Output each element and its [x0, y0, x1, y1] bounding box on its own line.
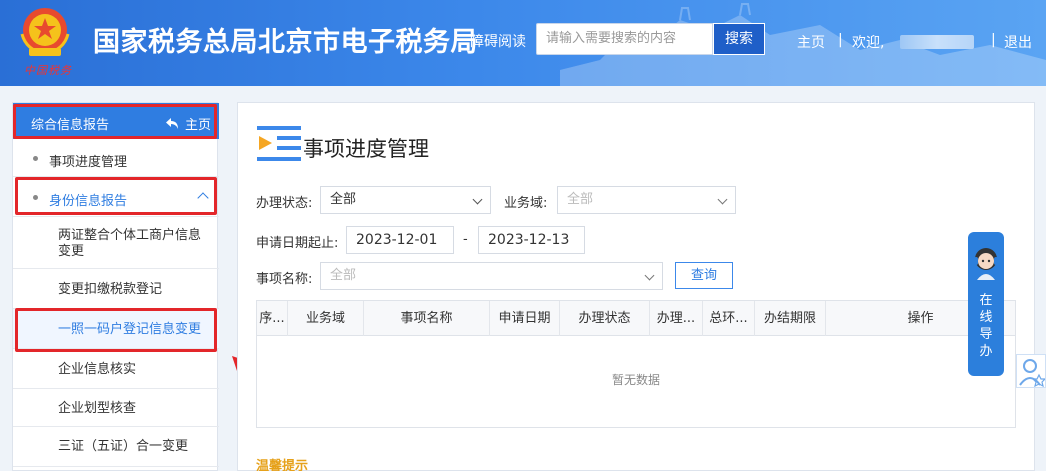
header-separator: |: [991, 32, 996, 48]
item-name-select[interactable]: 全部: [320, 262, 663, 290]
item-name-value: 全部: [330, 268, 357, 283]
online-guide-button[interactable]: 在 线 导 办: [968, 232, 1004, 376]
table-header: 序... 业务域 事项名称 申请日期 办理状态 办理... 总环... 办结期限…: [257, 301, 1015, 336]
guide-char: 办: [979, 344, 993, 359]
column-header[interactable]: 事项名称: [364, 301, 490, 336]
status-select[interactable]: 全部: [320, 186, 491, 214]
progress-list-icon: [257, 126, 301, 161]
search-input[interactable]: 请输入需要搜索的内容: [536, 23, 713, 55]
logout-link[interactable]: 退出: [1004, 32, 1032, 52]
sidebar: 综合信息报告 主页 事项进度管理 身份信息报告 两证整合个体工商户信息变更 变更…: [12, 102, 219, 471]
column-header[interactable]: 申请日期: [490, 301, 560, 336]
highlight-box: [15, 308, 217, 352]
guide-char: 在: [979, 293, 993, 308]
chevron-down-icon: [644, 270, 655, 281]
column-header[interactable]: 序...: [257, 301, 288, 336]
search-button[interactable]: 搜索: [713, 23, 765, 55]
chevron-down-icon: [717, 194, 728, 205]
column-header[interactable]: 总环...: [703, 301, 755, 336]
sidebar-subitem[interactable]: 企业信息核实: [13, 349, 219, 389]
date-label: 申请日期起止:: [256, 236, 339, 251]
column-header[interactable]: 办理状态: [560, 301, 650, 336]
accessible-read-link[interactable]: 障碍阅读: [470, 31, 526, 51]
guide-char: 导: [979, 327, 993, 342]
column-header[interactable]: 办结期限: [755, 301, 826, 336]
item-name-label: 事项名称:: [256, 272, 313, 287]
empty-state-text: 暂无数据: [611, 373, 660, 387]
domain-value: 全部: [567, 192, 594, 207]
tips-title: 温馨提示: [256, 459, 309, 471]
page-title: 事项进度管理: [303, 137, 429, 161]
chevron-down-icon: [472, 194, 483, 205]
username-redacted: [900, 35, 974, 49]
sidebar-subitem[interactable]: 企业划型核查: [13, 389, 219, 427]
header-separator: |: [838, 32, 843, 48]
date-separator: -: [463, 232, 468, 247]
highlight-box: [15, 177, 217, 215]
date-to-input[interactable]: 2023-12-13: [478, 226, 585, 254]
column-header[interactable]: 业务域: [288, 301, 364, 336]
status-label: 办理状态:: [256, 196, 313, 211]
header-home-link[interactable]: 主页: [797, 32, 825, 52]
sidebar-item-label: 事项进度管理: [49, 155, 128, 170]
sidebar-subitem[interactable]: 两证整合个体工商户信息变更: [13, 217, 219, 269]
site-header: 中国税务 国家税务总局北京市电子税务局 障碍阅读 请输入需要搜索的内容 搜索 主…: [0, 0, 1046, 86]
date-from-input[interactable]: 2023-12-01: [346, 226, 454, 254]
site-title: 国家税务总局北京市电子税务局: [93, 27, 478, 58]
emblem-caption: 中国税务: [24, 64, 72, 77]
sidebar-subitem[interactable]: 变更扣缴税款登记: [13, 269, 219, 309]
assistant-avatar-icon: [974, 248, 998, 280]
tax-emblem-icon: [20, 8, 70, 56]
sidebar-subitem[interactable]: 三证（五证）合一变更: [13, 427, 219, 467]
guide-char: 线: [979, 310, 993, 325]
online-guide-label: 在 线 导 办: [968, 292, 1004, 360]
highlight-box: [13, 104, 217, 139]
status-value: 全部: [330, 192, 357, 207]
column-header[interactable]: 办理...: [650, 301, 703, 336]
bullet-icon: [33, 156, 38, 161]
query-button[interactable]: 查询: [675, 262, 733, 289]
domain-label: 业务域:: [504, 196, 548, 211]
user-service-icon[interactable]: [1016, 354, 1046, 388]
results-table: 序... 业务域 事项名称 申请日期 办理状态 办理... 总环... 办结期限…: [256, 300, 1016, 428]
welcome-text: 欢迎,: [852, 35, 885, 51]
sidebar-item-progress[interactable]: 事项进度管理: [13, 139, 219, 177]
domain-select[interactable]: 全部: [557, 186, 736, 214]
